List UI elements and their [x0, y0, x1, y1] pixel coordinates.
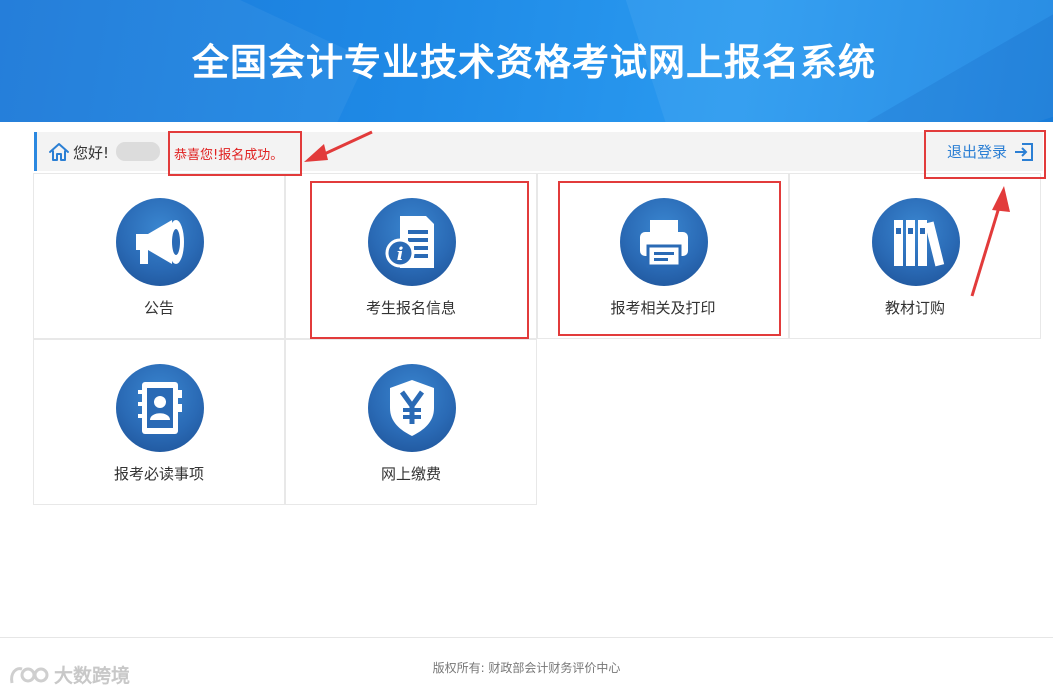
- footer-divider: [0, 637, 1053, 638]
- tile-label: 公告: [143, 299, 174, 317]
- annotation-box-print: [558, 181, 781, 336]
- contact-book-icon: [138, 382, 182, 434]
- watermark-text: 大数跨境: [54, 665, 131, 687]
- tile-label: 教材订购: [884, 299, 945, 317]
- watermark: 大数跨境: [8, 661, 130, 688]
- page-header: 全国会计专业技术资格考试网上报名系统: [0, 0, 1053, 122]
- books-icon: [894, 220, 945, 267]
- annotation-box-registration-info: [310, 181, 529, 339]
- tile-must-read[interactable]: 报考必读事项: [33, 339, 285, 505]
- home-icon[interactable]: [48, 141, 70, 163]
- tile-online-payment[interactable]: 网上缴费: [285, 339, 537, 505]
- username-redacted: [116, 142, 160, 161]
- footer-copyright: 版权所有: 财政部会计财务评价中心: [432, 661, 621, 675]
- page-title: 全国会计专业技术资格考试网上报名系统: [192, 41, 876, 84]
- watermark-logo-icon: [10, 666, 49, 683]
- megaphone-icon: [136, 220, 184, 264]
- annotation-arrow-up: [970, 186, 1010, 297]
- yuan-shield-icon: [390, 380, 434, 436]
- annotation-box-logout: [924, 130, 1046, 179]
- annotation-box-success: [168, 131, 302, 176]
- greeting-text: 您好!: [73, 144, 110, 162]
- tile-announcement[interactable]: 公告: [33, 173, 285, 339]
- tile-label: 网上缴费: [380, 465, 441, 483]
- tile-label: 报考必读事项: [113, 465, 204, 483]
- annotation-arrow-left: [304, 130, 373, 162]
